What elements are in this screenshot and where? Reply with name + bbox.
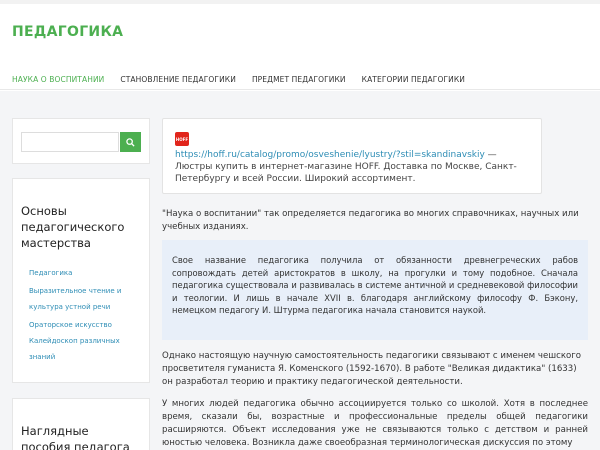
- main-nav: НАУКА О ВОСПИТАНИИ СТАНОВЛЕНИЕ ПЕДАГОГИК…: [12, 75, 465, 84]
- search-input[interactable]: [21, 132, 119, 152]
- ad-block[interactable]: HOFF https://hoff.ru/catalog/promo/osves…: [162, 118, 542, 194]
- nav-item-predmet[interactable]: ПРЕДМЕТ ПЕДАГОГИКИ: [252, 75, 346, 84]
- top-line: [0, 0, 600, 4]
- hoff-logo: HOFF: [175, 132, 189, 146]
- site-header: ПЕДАГОГИКА НАУКА О ВОСПИТАНИИ СТАНОВЛЕНИ…: [0, 0, 600, 90]
- sidebar-link-pedagogika[interactable]: Педагогика: [29, 265, 147, 281]
- widget-title: Наглядные пособия педагога: [21, 424, 130, 450]
- widget-link-list: Педагогика Выразительное чтение и культу…: [29, 265, 147, 365]
- article-intro: "Наука о воспитании" так определяется пе…: [162, 209, 579, 232]
- nav-item-kategorii[interactable]: КАТЕГОРИИ ПЕДАГОГИКИ: [362, 75, 465, 84]
- sidebar-link-vyrazitelnoe[interactable]: Выразительное чтение и культура устной р…: [29, 283, 147, 315]
- ad-dash: —: [484, 150, 497, 160]
- search-widget: [12, 118, 150, 164]
- search-icon: [126, 137, 135, 147]
- sidebar-widget-osnovy: Основы педагогического мастерства Педаго…: [12, 178, 150, 383]
- ad-text: https://hoff.ru/catalog/promo/osveshenie…: [175, 149, 535, 185]
- ad-link[interactable]: https://hoff.ru/catalog/promo/osveshenie…: [175, 150, 485, 160]
- article-paragraph: У многих людей педагогика обычно ассоции…: [162, 399, 588, 448]
- article-paragraph: Однако настоящую научную самостоятельнос…: [162, 351, 582, 387]
- nav-item-nauka[interactable]: НАУКА О ВОСПИТАНИИ: [12, 75, 104, 84]
- sidebar-link-kaleidoskop[interactable]: Калейдоскоп различных знаний: [29, 333, 147, 365]
- search-button[interactable]: [120, 132, 141, 152]
- article-quote: Свое название педагогика получила от обя…: [162, 240, 588, 340]
- ad-description: Люстры купить в интернет-магазине HOFF. …: [175, 162, 517, 184]
- widget-title: Основы педагогического мастерства: [21, 204, 125, 250]
- site-logo[interactable]: ПЕДАГОГИКА: [12, 24, 123, 40]
- sidebar-widget-naglyadnye: Наглядные пособия педагога: [12, 398, 150, 450]
- nav-item-stanovlenie[interactable]: СТАНОВЛЕНИЕ ПЕДАГОГИКИ: [120, 75, 236, 84]
- sidebar-link-oratorskoe[interactable]: Ораторское искусство: [29, 317, 147, 333]
